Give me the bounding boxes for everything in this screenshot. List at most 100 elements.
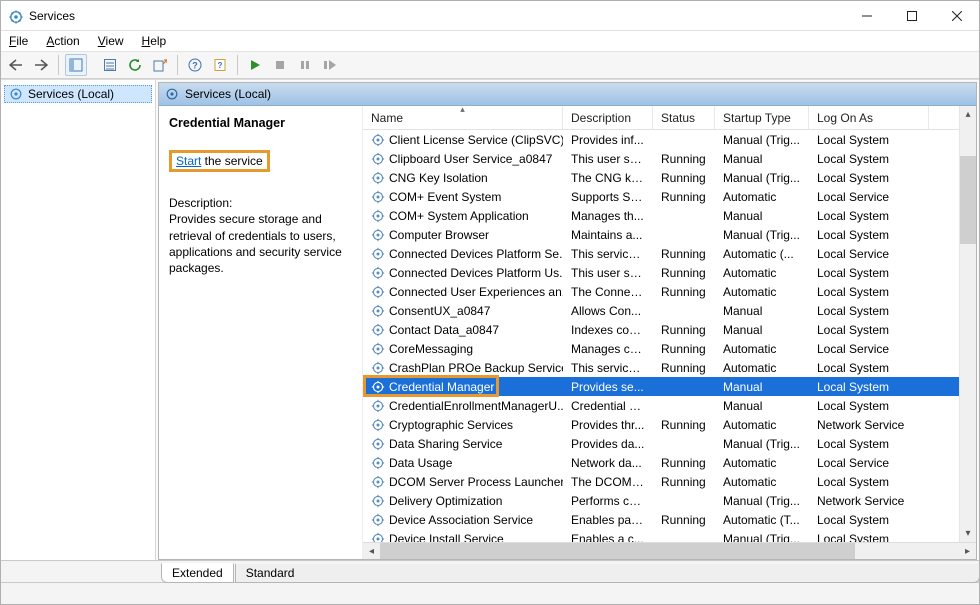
service-gear-icon <box>371 323 385 337</box>
scroll-thumb[interactable] <box>960 156 976 244</box>
refresh-button[interactable] <box>124 54 146 76</box>
start-service-link[interactable]: Start <box>176 154 201 168</box>
properties-button[interactable] <box>99 54 121 76</box>
table-row[interactable]: Data Sharing ServiceProvides da...Manual… <box>363 434 976 453</box>
titlebar[interactable]: Services <box>1 1 979 31</box>
scroll-track[interactable] <box>960 123 976 525</box>
table-row[interactable]: CrashPlan PROe Backup ServiceThis servic… <box>363 358 976 377</box>
tab-extended[interactable]: Extended <box>161 563 234 583</box>
forward-button[interactable] <box>30 54 52 76</box>
table-row[interactable]: Cryptographic ServicesProvides thr...Run… <box>363 415 976 434</box>
table-row[interactable]: Credential ManagerProvides se...ManualLo… <box>363 377 976 396</box>
table-row[interactable]: Connected User Experiences an...The Conn… <box>363 282 976 301</box>
gear-icon <box>165 87 179 101</box>
horizontal-scrollbar[interactable]: ◂ ▸ <box>363 542 976 559</box>
table-row[interactable]: DCOM Server Process LauncherThe DCOML...… <box>363 472 976 491</box>
svg-text:?: ? <box>218 61 223 70</box>
table-row[interactable]: Connected Devices Platform Se...This ser… <box>363 244 976 263</box>
hscroll-thumb[interactable] <box>380 543 855 560</box>
back-button[interactable] <box>5 54 27 76</box>
cell-name: CrashPlan PROe Backup Service <box>363 361 563 375</box>
table-row[interactable]: Contact Data_a0847Indexes con...RunningM… <box>363 320 976 339</box>
help-topics-button[interactable]: ? <box>209 54 231 76</box>
pause-service-button[interactable] <box>294 54 316 76</box>
table-row[interactable]: Client License Service (ClipSVC)Provides… <box>363 130 976 149</box>
service-gear-icon <box>371 190 385 204</box>
service-name-text: CredentialEnrollmentManagerU... <box>389 399 563 413</box>
service-name-text: Clipboard User Service_a0847 <box>389 152 552 166</box>
menu-help[interactable]: Help <box>140 33 169 49</box>
service-gear-icon <box>371 399 385 413</box>
cell-description: Manages co... <box>563 342 653 356</box>
cell-description: Enables a c... <box>563 532 653 543</box>
start-service-highlight: Start the service <box>169 150 270 172</box>
restart-service-button[interactable] <box>319 54 341 76</box>
cell-description: This user ser... <box>563 152 653 166</box>
service-name-text: Contact Data_a0847 <box>389 323 499 337</box>
scroll-down-button[interactable]: ▾ <box>960 525 976 542</box>
table-row[interactable]: CoreMessagingManages co...RunningAutomat… <box>363 339 976 358</box>
cell-name: COM+ System Application <box>363 209 563 223</box>
col-name[interactable]: Name <box>363 106 563 129</box>
maximize-button[interactable] <box>889 1 934 31</box>
cell-description: Provides se... <box>563 380 653 394</box>
cell-status: Running <box>653 171 715 185</box>
hscroll-track[interactable] <box>380 543 959 560</box>
table-row[interactable]: COM+ Event SystemSupports Sy...RunningAu… <box>363 187 976 206</box>
cell-status: Running <box>653 152 715 166</box>
menu-view[interactable]: View <box>96 33 126 49</box>
stop-service-button[interactable] <box>269 54 291 76</box>
service-name-text: Cryptographic Services <box>389 418 513 432</box>
cell-name: CredentialEnrollmentManagerU... <box>363 399 563 413</box>
cell-description: Manages th... <box>563 209 653 223</box>
help-button[interactable]: ? <box>184 54 206 76</box>
cell-name: Connected User Experiences an... <box>363 285 563 299</box>
vertical-scrollbar[interactable]: ▴ ▾ <box>959 106 976 542</box>
col-startup[interactable]: Startup Type <box>715 106 809 129</box>
col-logon[interactable]: Log On As <box>809 106 929 129</box>
cell-description: Allows Con... <box>563 304 653 318</box>
menubar: File Action View Help <box>1 31 979 51</box>
details-pane: Services (Local) Credential Manager Star… <box>158 82 977 561</box>
tree-node-services-local[interactable]: Services (Local) <box>4 85 152 103</box>
tab-standard[interactable]: Standard <box>235 564 980 583</box>
table-row[interactable]: Data UsageNetwork da...RunningAutomaticL… <box>363 453 976 472</box>
selected-service-name: Credential Manager <box>169 116 352 130</box>
service-rows[interactable]: Client License Service (ClipSVC)Provides… <box>363 130 976 542</box>
minimize-button[interactable] <box>844 1 889 31</box>
table-row[interactable]: Delivery OptimizationPerforms co...Manua… <box>363 491 976 510</box>
col-description[interactable]: Description <box>563 106 653 129</box>
service-gear-icon <box>371 133 385 147</box>
pane-body: Credential Manager Start the service Des… <box>159 106 976 559</box>
close-button[interactable] <box>934 1 979 31</box>
export-list-button[interactable] <box>149 54 171 76</box>
service-name-text: CoreMessaging <box>389 342 473 356</box>
menu-action[interactable]: Action <box>44 33 81 49</box>
scroll-left-button[interactable]: ◂ <box>363 543 380 560</box>
scroll-up-button[interactable]: ▴ <box>960 106 976 123</box>
table-row[interactable]: Connected Devices Platform Us...This use… <box>363 263 976 282</box>
cell-name: CoreMessaging <box>363 342 563 356</box>
menu-file[interactable]: File <box>7 33 30 49</box>
cell-name: Computer Browser <box>363 228 563 242</box>
service-gear-icon <box>371 418 385 432</box>
table-row[interactable]: Clipboard User Service_a0847 This user se… <box>363 149 976 168</box>
cell-startup: Automatic <box>715 285 809 299</box>
tree-pane[interactable]: Services (Local) <box>1 80 156 561</box>
scroll-right-button[interactable]: ▸ <box>959 543 976 560</box>
cell-status: Running <box>653 418 715 432</box>
app-icon <box>9 9 23 23</box>
col-status[interactable]: Status <box>653 106 715 129</box>
table-row[interactable]: Device Install ServiceEnables a c...Manu… <box>363 529 976 542</box>
cell-startup: Automatic <box>715 190 809 204</box>
table-row[interactable]: COM+ System ApplicationManages th...Manu… <box>363 206 976 225</box>
table-row[interactable]: Device Association ServiceEnables pair..… <box>363 510 976 529</box>
cell-logon: Local System <box>809 361 929 375</box>
table-row[interactable]: CNG Key IsolationThe CNG ke...RunningMan… <box>363 168 976 187</box>
service-gear-icon <box>371 228 385 242</box>
start-service-button[interactable] <box>244 54 266 76</box>
table-row[interactable]: ConsentUX_a0847Allows Con...ManualLocal … <box>363 301 976 320</box>
show-hide-tree-button[interactable] <box>65 54 87 76</box>
table-row[interactable]: CredentialEnrollmentManagerU...Credentia… <box>363 396 976 415</box>
table-row[interactable]: Computer BrowserMaintains a...Manual (Tr… <box>363 225 976 244</box>
